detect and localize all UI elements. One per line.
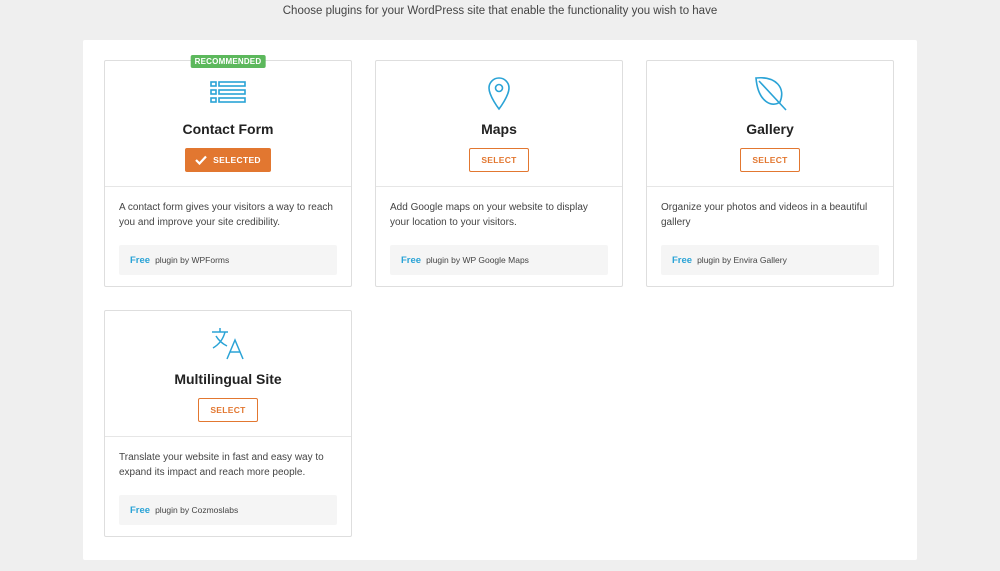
plugins-panel: RECOMMENDED Contact Form SELECTED A cont… (83, 40, 917, 560)
card-title: Maps (481, 121, 517, 137)
card-description: Translate your website in fast and easy … (119, 452, 324, 478)
card-description: Add Google maps on your website to displ… (390, 202, 588, 228)
select-button[interactable]: SELECT (198, 398, 258, 422)
map-pin-icon (479, 74, 519, 112)
page-subtitle: Choose plugins for your WordPress site t… (282, 5, 718, 17)
form-list-icon (208, 74, 248, 112)
translate-icon (208, 324, 248, 362)
plugin-author: plugin by WPForms (155, 255, 230, 265)
plugin-source: Free plugin by WPForms (119, 245, 337, 275)
plugin-source: Free plugin by Cozmoslabs (119, 495, 337, 525)
card-description: Organize your photos and videos in a bea… (661, 202, 868, 228)
card-title: Gallery (746, 121, 794, 137)
button-label: SELECT (752, 155, 788, 165)
recommended-badge: RECOMMENDED (190, 55, 266, 68)
free-label: Free (401, 254, 422, 266)
button-label: SELECTED (213, 155, 261, 165)
plugin-source: Free plugin by Envira Gallery (661, 245, 879, 275)
free-label: Free (672, 254, 693, 266)
plugin-card-gallery: Gallery SELECT Organize your photos and … (646, 60, 894, 287)
card-description: A contact form gives your visitors a way… (119, 202, 333, 228)
selected-button[interactable]: SELECTED (185, 148, 271, 172)
checkmark-icon (195, 155, 207, 165)
plugin-source: Free plugin by WP Google Maps (390, 245, 608, 275)
card-header: Gallery SELECT (647, 61, 893, 187)
free-label: Free (130, 254, 151, 266)
plugin-author: plugin by Cozmoslabs (155, 505, 239, 515)
button-label: SELECT (210, 405, 246, 415)
plugin-author: plugin by Envira Gallery (697, 255, 787, 265)
plugin-author: plugin by WP Google Maps (426, 255, 529, 265)
leaf-icon (750, 74, 790, 112)
button-label: SELECT (481, 155, 517, 165)
plugin-card-contact-form: RECOMMENDED Contact Form SELECTED A cont… (104, 55, 352, 287)
card-header: Maps SELECT (376, 61, 622, 187)
card-header: Multilingual Site SELECT (105, 311, 351, 437)
card-title: Contact Form (182, 121, 274, 137)
free-label: Free (130, 504, 151, 516)
card-title: Multilingual Site (174, 371, 282, 387)
plugin-card-maps: Maps SELECT Add Google maps on your webs… (375, 60, 623, 287)
plugin-card-multilingual: Multilingual Site SELECT Translate your … (104, 310, 352, 537)
select-button[interactable]: SELECT (740, 148, 800, 172)
card-header: RECOMMENDED Contact Form SELECTED (105, 55, 351, 187)
select-button[interactable]: SELECT (469, 148, 529, 172)
